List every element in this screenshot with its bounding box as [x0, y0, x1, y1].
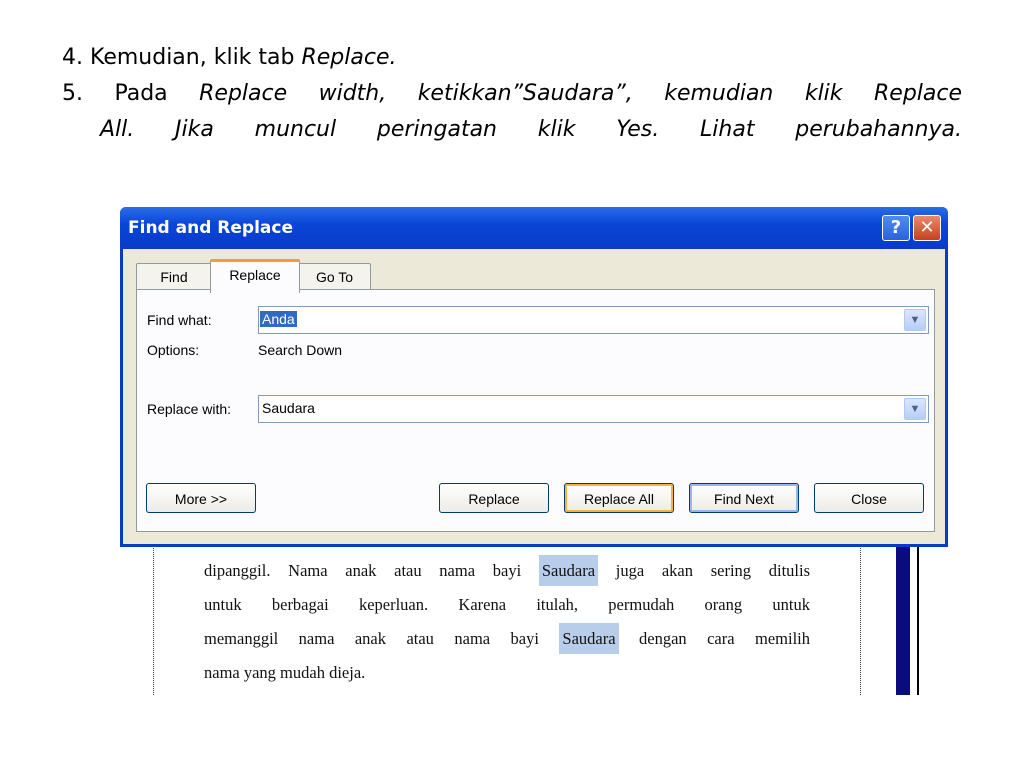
tab-replace[interactable]: Replace	[210, 259, 300, 293]
document-text-run: dipanggil. Nama anak atau nama bayi	[204, 561, 539, 580]
find-what-value: Anda	[260, 311, 297, 327]
document-line: memanggil nama anak atau nama bayi Sauda…	[204, 622, 810, 656]
chevron-down-icon[interactable]: ▼	[904, 309, 926, 331]
step-4: 4. Kemudian, klik tab Replace.	[62, 40, 962, 76]
dialog-title: Find and Replace	[128, 218, 293, 238]
document-text-run: juga akan sering ditulis	[598, 561, 810, 580]
document-line: nama yang mudah dieja.	[204, 663, 366, 682]
find-next-button[interactable]: Find Next	[689, 483, 799, 513]
dialog-body: Find Replace Go To Find what: Anda ▼ Opt…	[123, 249, 945, 544]
document-border-line	[917, 540, 919, 695]
document-line: untuk berbagai keperluan. Karena itulah,…	[204, 595, 810, 614]
document-text: dipanggil. Nama anak atau nama bayi Saud…	[204, 554, 810, 690]
highlighted-word: Saudara	[559, 623, 619, 654]
find-replace-dialog: Find and Replace ? ✕ Find Replace Go To …	[120, 207, 948, 547]
close-icon[interactable]: ✕	[913, 215, 941, 241]
dialog-titlebar[interactable]: Find and Replace ? ✕	[120, 207, 948, 249]
document-page: dipanggil. Nama anak atau nama bayi Saud…	[153, 540, 861, 695]
chevron-down-icon[interactable]: ▼	[904, 398, 926, 420]
replace-with-value: Saudara	[262, 400, 315, 416]
find-what-field[interactable]: Anda ▼	[258, 306, 929, 334]
slide-instructions: 4. Kemudian, klik tab Replace. 5. Pada R…	[62, 40, 962, 148]
tab-goto[interactable]: Go To	[298, 263, 371, 290]
step-5-emphasis-line1: Replace width, ketikkan”Saudara”, kemudi…	[199, 81, 963, 106]
options-value: Search Down	[258, 342, 343, 358]
help-button[interactable]: ?	[882, 215, 910, 241]
replace-button[interactable]: Replace	[439, 483, 549, 513]
highlighted-word: Saudara	[538, 555, 599, 586]
find-what-label: Find what:	[147, 312, 212, 328]
document-line: dipanggil. Nama anak atau nama bayi Saud…	[204, 554, 810, 588]
step-4-text: 4. Kemudian, klik tab	[62, 45, 302, 70]
tab-find[interactable]: Find	[136, 263, 212, 290]
replace-with-field[interactable]: Saudara ▼	[258, 395, 929, 423]
close-button[interactable]: Close	[814, 483, 924, 513]
step-4-emphasis: Replace.	[301, 45, 397, 70]
more-button[interactable]: More >>	[146, 483, 256, 513]
document-text-run: dengan cara memilih	[618, 629, 811, 648]
replace-with-label: Replace with:	[147, 401, 232, 417]
step-5-emphasis-line2: All. Jika muncul peringatan klik Yes. Li…	[100, 117, 962, 142]
step-5-text: 5. Pada	[62, 81, 200, 106]
document-text-run: memanggil nama anak atau nama bayi	[204, 629, 560, 648]
options-label: Options:	[147, 342, 200, 358]
document-scrollbar[interactable]	[896, 540, 910, 695]
step-5: 5. Pada Replace width, ketikkan”Saudara”…	[62, 76, 962, 148]
replace-all-button[interactable]: Replace All	[564, 483, 674, 513]
